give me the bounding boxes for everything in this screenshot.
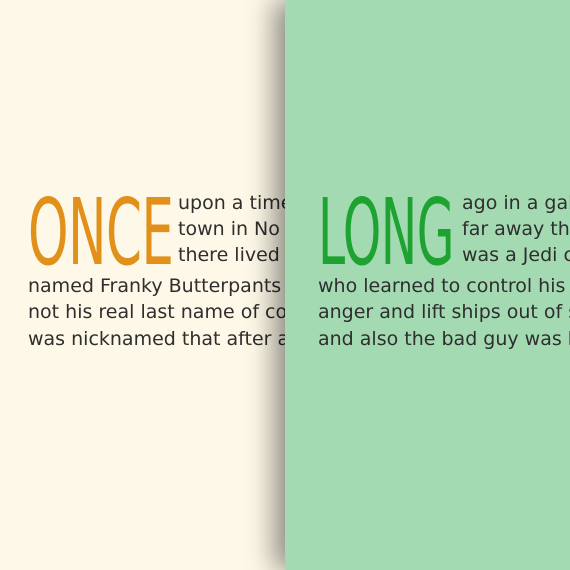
paragraph-line: ago in a gal [462,192,570,214]
dropcap-once: ONCE [28,179,174,286]
paragraph-line: town in No [178,218,280,240]
stage: ONCE upon a time town in No there lived … [0,0,570,570]
paragraph-line: was a Jedi c [462,244,570,266]
dropcap-long: LONG [318,179,454,286]
paragraph-line: who learned to control his [318,275,566,297]
paragraph-line: not his real last name of co [28,301,285,323]
panel-once: ONCE upon a time town in No there lived … [0,0,285,570]
paragraph-line: named Franky Butterpants [28,275,282,297]
paragraph-line: upon a time [178,192,285,214]
paragraph-line: and also the bad guy was h [318,328,570,350]
paragraph-line: was nicknamed that after a [28,328,285,350]
paragraph-line: far away th [462,218,570,240]
paragraph-line: there lived [178,244,280,266]
paragraph-line: anger and lift ships out of s [318,301,570,323]
panel-long: LONG ago in a gal far away th was a Jedi… [285,0,570,570]
